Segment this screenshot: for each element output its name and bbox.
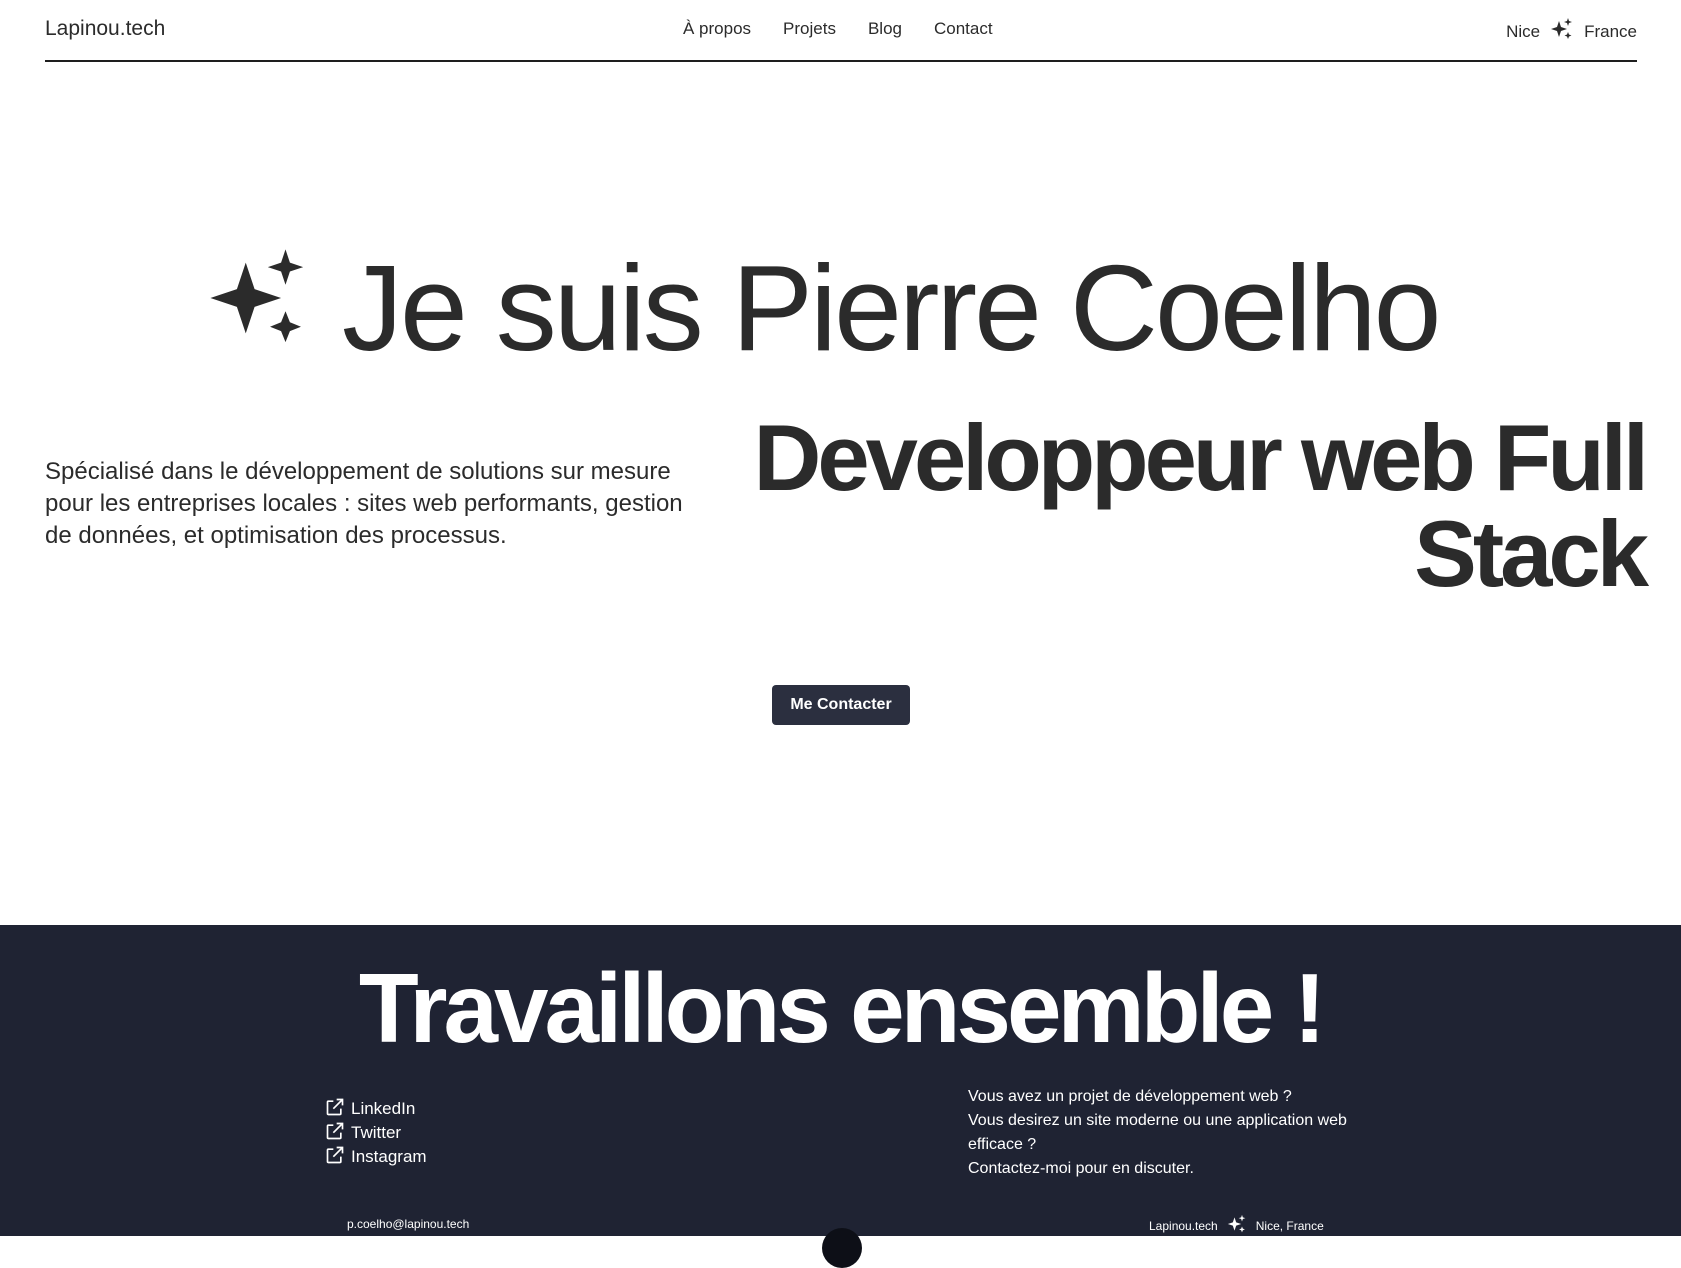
hero-role: Developpeur web Full Stack <box>745 405 1650 606</box>
external-link-icon <box>325 1145 345 1170</box>
footer-message-line: Vous desirez un site moderne ou une appl… <box>968 1112 1347 1153</box>
hero-title: Je suis Pierre Coelho <box>342 239 1442 376</box>
hero-role-line-1: Developpeur web Full <box>753 405 1650 510</box>
sparkles-icon <box>206 245 312 370</box>
hero-heading: Je suis Pierre Coelho <box>206 239 1442 376</box>
social-link-twitter[interactable]: Twitter <box>325 1121 427 1146</box>
header-location: Nice France <box>1506 17 1637 46</box>
footer-message: Vous avez un projet de développement web… <box>968 1085 1368 1181</box>
nav-item-contact[interactable]: Contact <box>934 19 993 39</box>
footer-brand-location: Lapinou.tech Nice, France <box>1149 1214 1324 1237</box>
nav-item-about[interactable]: À propos <box>683 19 751 39</box>
site-logo[interactable]: Lapinou.tech <box>45 17 165 41</box>
site-header: Lapinou.tech À propos Projets Blog Conta… <box>45 0 1637 62</box>
hero-description: Spécialisé dans le développement de solu… <box>45 458 683 549</box>
social-link-label: LinkedIn <box>351 1099 416 1118</box>
nav-item-projects[interactable]: Projets <box>783 19 836 39</box>
social-link-label: Twitter <box>351 1123 402 1142</box>
footer-title: Travaillons ensemble ! <box>358 953 1326 1063</box>
external-link-icon <box>325 1097 345 1122</box>
footer-message-line: Contactez-moi pour en discuter. <box>968 1160 1194 1177</box>
hero-role-line-2: Stack <box>1414 501 1649 606</box>
footer-email-link[interactable]: p.coelho@lapinou.tech <box>347 1217 469 1231</box>
site-footer: Travaillons ensemble ! LinkedIn Twitter … <box>0 925 1681 1268</box>
main-nav: À propos Projets Blog Contact <box>683 19 993 39</box>
location-city: Nice <box>1506 21 1541 41</box>
footer-circle-decoration <box>822 1228 862 1268</box>
location-country: France <box>1584 21 1637 41</box>
nav-item-blog[interactable]: Blog <box>868 19 902 39</box>
sparkles-icon <box>1227 1214 1247 1237</box>
footer-location: Nice, France <box>1255 1218 1324 1233</box>
footer-message-line: Vous avez un projet de développement web… <box>968 1088 1292 1105</box>
social-link-linkedin[interactable]: LinkedIn <box>325 1097 427 1122</box>
social-links: LinkedIn Twitter Instagram <box>325 1097 427 1170</box>
footer-brand: Lapinou.tech <box>1149 1218 1218 1233</box>
social-link-instagram[interactable]: Instagram <box>325 1145 427 1170</box>
sparkles-icon <box>1550 17 1574 46</box>
external-link-icon <box>325 1121 345 1146</box>
social-link-label: Instagram <box>351 1147 427 1166</box>
contact-button[interactable]: Me Contacter <box>772 685 910 725</box>
